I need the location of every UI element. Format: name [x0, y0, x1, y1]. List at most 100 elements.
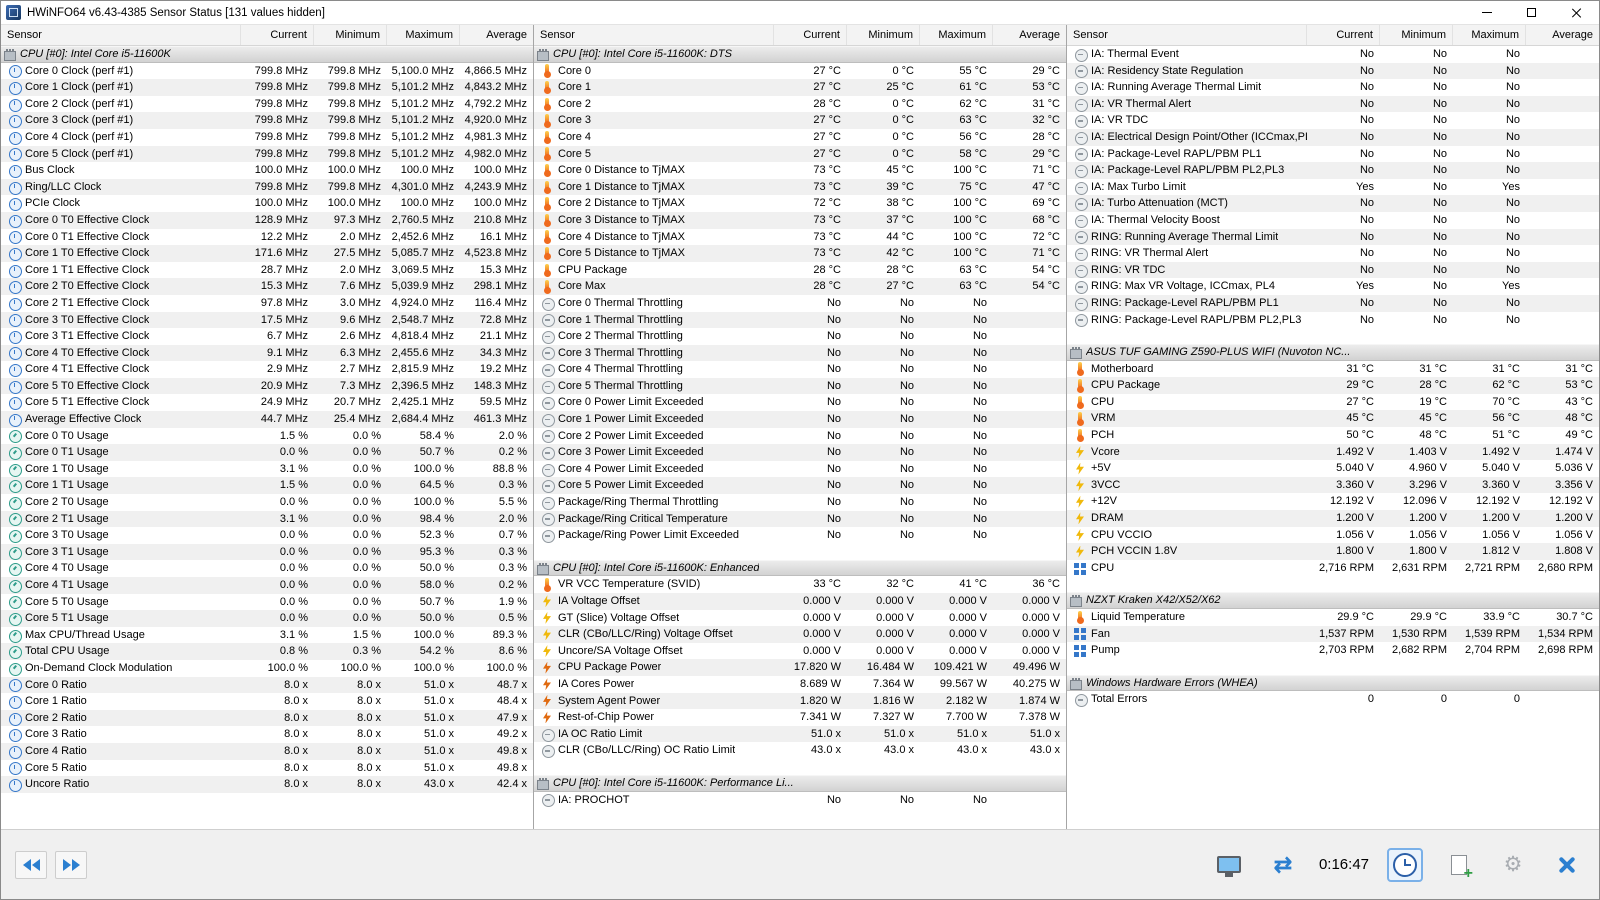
sensor-row[interactable]: Core 5 T0 Effective Clock 20.9 MHz 7.3 MHz… [1, 377, 533, 395]
sensor-row[interactable]: Motherboard 31 °C 31 °C 31 °C 31 °C [1067, 361, 1599, 378]
column-header-maximum[interactable]: Maximum [387, 25, 460, 45]
nav-forward-button[interactable] [55, 850, 87, 879]
sensor-row[interactable]: Average Effective Clock 44.7 MHz 25.4 MHz 2… [1, 411, 533, 428]
sensor-row[interactable]: RING: VR TDC No No No [1067, 261, 1599, 279]
sensor-row[interactable]: Ring/LLC Clock 799.8 MHz 799.8 MHz 4,301.0 … [1, 178, 533, 196]
sensor-row[interactable]: Core 4 T1 Usage 0.0 % 0.0 % 58.0 % 0.2 % [1, 577, 533, 594]
sensor-row[interactable]: Core 1 Ratio 8.0 x 8.0 x 51.0 x 48.4 x [1, 693, 533, 710]
sensor-row[interactable]: Core 1 27 °C 25 °C 61 °C 53 °C [534, 79, 1066, 96]
sensor-row[interactable]: RING: VR Thermal Alert No No No [1067, 245, 1599, 262]
sensor-row[interactable]: Core 2 T1 Usage 3.1 % 0.0 % 98.4 % 2.0 % [1, 510, 533, 528]
group-header[interactable]: CPU [#0]: Intel Core i5-11600K [1, 46, 533, 63]
sensor-row[interactable]: Uncore Ratio 8.0 x 8.0 x 43.0 x 42.4 x [1, 776, 533, 793]
sensor-row[interactable]: CLR (CBo/LLC/Ring) Voltage Offset 0.000 V… [534, 626, 1066, 643]
sensor-row[interactable]: PCIe Clock 100.0 MHz 100.0 MHz 100.0 MHz 100… [1, 195, 533, 212]
group-header[interactable]: ASUS TUF GAMING Z590-PLUS WIFI (Nuvoton … [1067, 344, 1599, 361]
sensor-row[interactable]: CPU 27 °C 19 °C 70 °C 43 °C [1067, 394, 1599, 411]
sensor-row[interactable]: Core 2 Ratio 8.0 x 8.0 x 51.0 x 47.9 x [1, 709, 533, 727]
sensor-row[interactable]: Core 5 Thermal Throttling No No No [534, 377, 1066, 395]
column-header-maximum[interactable]: Maximum [1453, 25, 1526, 45]
sensor-row[interactable]: RING: Max VR Voltage, ICCmax, PL4 Yes No Ye… [1067, 278, 1599, 295]
column-header-average[interactable]: Average [993, 25, 1066, 45]
sensor-row[interactable]: Core 1 Power Limit Exceeded No No No [534, 411, 1066, 428]
sensor-row[interactable]: Core 3 T1 Effective Clock 6.7 MHz 2.6 MHz 4… [1, 328, 533, 345]
sensor-row[interactable]: Core 4 Thermal Throttling No No No [534, 361, 1066, 378]
sensor-row[interactable]: Core 0 Power Limit Exceeded No No No [534, 394, 1066, 411]
sensor-row[interactable]: Core 0 Ratio 8.0 x 8.0 x 51.0 x 48.7 x [1, 676, 533, 694]
sensor-row[interactable]: Core 1 T0 Usage 3.1 % 0.0 % 100.0 % 88.8 % [1, 461, 533, 478]
sensor-row[interactable]: Core 1 Thermal Throttling No No No [534, 311, 1066, 329]
sensor-row[interactable]: Core 3 Ratio 8.0 x 8.0 x 51.0 x 49.2 x [1, 726, 533, 743]
sensor-row[interactable]: Core Max 28 °C 27 °C 63 °C 54 °C [534, 278, 1066, 295]
sensor-row[interactable]: Core 5 T1 Usage 0.0 % 0.0 % 50.0 % 0.5 % [1, 610, 533, 627]
sensor-row[interactable]: On-Demand Clock Modulation 100.0 % 100.0 %… [1, 660, 533, 677]
sensor-row[interactable]: Core 3 T1 Usage 0.0 % 0.0 % 95.3 % 0.3 % [1, 543, 533, 561]
sensor-row[interactable]: +12V 12.192 V 12.096 V 12.192 V 12.192 V [1067, 493, 1599, 510]
sensor-row[interactable]: Core 4 27 °C 0 °C 56 °C 28 °C [534, 129, 1066, 146]
group-header[interactable]: CPU [#0]: Intel Core i5-11600K: Enhanced [534, 559, 1066, 577]
sensor-row[interactable]: Liquid Temperature 29.9 °C 29.9 °C 33.9 °C 3… [1067, 609, 1599, 626]
sensor-row[interactable]: Fan 1,537 RPM 1,530 RPM 1,539 RPM 1,534 RPM [1067, 625, 1599, 643]
sensor-row[interactable]: Uncore/SA Voltage Offset 0.000 V 0.000 V 0.… [534, 643, 1066, 660]
remote-monitoring-button[interactable] [1211, 848, 1247, 882]
sensor-row[interactable]: +5V 5.040 V 4.960 V 5.040 V 5.036 V [1067, 460, 1599, 477]
sensor-row[interactable]: Core 1 T1 Effective Clock 28.7 MHz 2.0 MHz… [1, 262, 533, 279]
sensor-row[interactable]: Total CPU Usage 0.8 % 0.3 % 54.2 % 8.6 % [1, 643, 533, 660]
sensor-row[interactable]: Core 0 T0 Usage 1.5 % 0.0 % 58.4 % 2.0 % [1, 428, 533, 445]
sensor-row[interactable]: Core 3 Power Limit Exceeded No No No [534, 444, 1066, 461]
sensor-row[interactable]: Core 0 T0 Effective Clock 128.9 MHz 97.3 M… [1, 211, 533, 229]
sensor-row[interactable]: CPU 2,716 RPM 2,631 RPM 2,721 RPM 2,680 RPM [1067, 560, 1599, 577]
sensor-row[interactable]: Core 0 T1 Usage 0.0 % 0.0 % 50.7 % 0.2 % [1, 444, 533, 461]
column-header-average[interactable]: Average [1526, 25, 1599, 45]
sensor-row[interactable]: Core 5 T0 Usage 0.0 % 0.0 % 50.7 % 1.9 % [1, 594, 533, 611]
sensor-row[interactable]: Core 4 T0 Effective Clock 9.1 MHz 6.3 MHz 2… [1, 344, 533, 362]
sensor-row[interactable]: IA: VR Thermal Alert No No No [1067, 95, 1599, 113]
sensor-row[interactable]: IA: VR TDC No No No [1067, 112, 1599, 129]
sensor-row[interactable]: IA: Running Average Thermal Limit No No No [1067, 79, 1599, 96]
sensor-row[interactable]: IA: PROCHOT No No No [534, 792, 1066, 809]
sensor-row[interactable]: PCH 50 °C 48 °C 51 °C 49 °C [1067, 427, 1599, 444]
sensor-row[interactable]: Core 2 28 °C 0 °C 62 °C 31 °C [534, 96, 1066, 113]
sensor-row[interactable]: Core 4 T0 Usage 0.0 % 0.0 % 50.0 % 0.3 % [1, 560, 533, 577]
column-header-sensor[interactable]: Sensor [534, 25, 774, 45]
sensor-row[interactable]: Bus Clock 100.0 MHz 100.0 MHz 100.0 MHz 100.… [1, 162, 533, 179]
sensor-row[interactable]: Core 5 Ratio 8.0 x 8.0 x 51.0 x 49.8 x [1, 760, 533, 777]
sensor-row[interactable]: IA: Package-Level RAPL/PBM PL2,PL3 No No No [1067, 162, 1599, 179]
sensor-row[interactable]: Rest-of-Chip Power 7.341 W 7.327 W 7.700 W 7… [534, 709, 1066, 726]
sensor-row[interactable]: Core 2 Power Limit Exceeded No No No [534, 428, 1066, 445]
sensor-row[interactable]: CPU Package 28 °C 28 °C 63 °C 54 °C [534, 262, 1066, 279]
sensor-row[interactable]: Core 2 T1 Effective Clock 97.8 MHz 3.0 MHz… [1, 295, 533, 312]
sensor-row[interactable]: IA: Package-Level RAPL/PBM PL1 No No No [1067, 146, 1599, 163]
sensor-row[interactable]: Core 5 Power Limit Exceeded No No No [534, 477, 1066, 495]
column-header-average[interactable]: Average [460, 25, 533, 45]
sensor-row[interactable]: RING: Package-Level RAPL/PBM PL2,PL3 No No… [1067, 312, 1599, 329]
sensor-row[interactable]: Core 5 Distance to TjMAX 73 °C 42 °C 100 °C… [534, 245, 1066, 262]
sensor-sync-button[interactable]: ⇄ [1265, 848, 1301, 882]
sensor-row[interactable]: PCH VCCIN 1.8V 1.800 V 1.800 V 1.812 V 1.808… [1067, 543, 1599, 560]
sensor-row[interactable]: Core 3 Clock (perf #1) 799.8 MHz 799.8 MHz… [1, 112, 533, 129]
sensor-row[interactable]: IA Voltage Offset 0.000 V 0.000 V 0.000 V 0.… [534, 593, 1066, 610]
nav-back-button[interactable] [15, 850, 47, 879]
column-header-minimum[interactable]: Minimum [847, 25, 920, 45]
sensor-row[interactable]: System Agent Power 1.820 W 1.816 W 2.182 W 1… [534, 692, 1066, 710]
maximize-button[interactable] [1509, 1, 1554, 24]
sensor-row[interactable]: RING: Package-Level RAPL/PBM PL1 No No No [1067, 294, 1599, 312]
sensor-row[interactable]: Package/Ring Critical Temperature No No No [534, 510, 1066, 528]
minimize-button[interactable] [1464, 1, 1509, 24]
sensor-row[interactable]: Core 2 Distance to TjMAX 72 °C 38 °C 100 °C… [534, 195, 1066, 212]
sensor-row[interactable]: Core 4 Ratio 8.0 x 8.0 x 51.0 x 49.8 x [1, 742, 533, 760]
column-header-current[interactable]: Current [774, 25, 847, 45]
sensor-row[interactable]: VR VCC Temperature (SVID) 33 °C 32 °C 41 °C… [534, 576, 1066, 593]
sensor-row[interactable]: Core 4 Power Limit Exceeded No No No [534, 461, 1066, 478]
sensor-row[interactable]: IA OC Ratio Limit 51.0 x 51.0 x 51.0 x 51.0 … [534, 725, 1066, 743]
sensor-row[interactable]: Core 1 T1 Usage 1.5 % 0.0 % 64.5 % 0.3 % [1, 477, 533, 495]
column-header-sensor[interactable]: Sensor [1067, 25, 1307, 45]
sensor-row[interactable]: IA: Thermal Event No No No [1067, 46, 1599, 63]
sensor-row[interactable]: Core 5 Clock (perf #1) 799.8 MHz 799.8 MHz… [1, 145, 533, 163]
sensor-row[interactable]: Core 2 Clock (perf #1) 799.8 MHz 799.8 MHz… [1, 96, 533, 113]
sensor-row[interactable]: IA Cores Power 8.689 W 7.364 W 99.567 W 40.2… [534, 676, 1066, 693]
clock-toggle-button[interactable] [1387, 847, 1423, 882]
sensor-row[interactable]: Core 4 T1 Effective Clock 2.9 MHz 2.7 MHz 2… [1, 361, 533, 378]
settings-button[interactable]: ⚙ [1495, 848, 1531, 882]
sensor-row[interactable]: Core 1 Distance to TjMAX 73 °C 39 °C 75 °C 4… [534, 178, 1066, 196]
